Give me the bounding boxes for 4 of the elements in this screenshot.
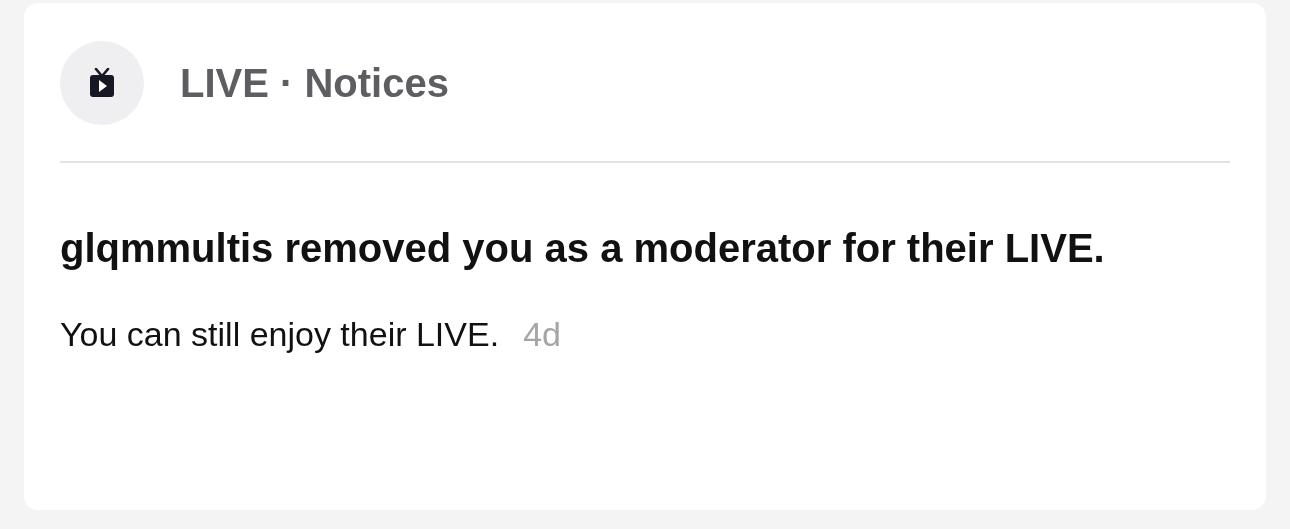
notice-time: 4d bbox=[523, 315, 561, 354]
notice-source: LIVE · Notices bbox=[180, 60, 449, 106]
notice-title: glqmmultis removed you as a moderator for their LIVE. bbox=[60, 225, 1106, 272]
notice-message: You can still enjoy their LIVE. bbox=[60, 315, 500, 354]
